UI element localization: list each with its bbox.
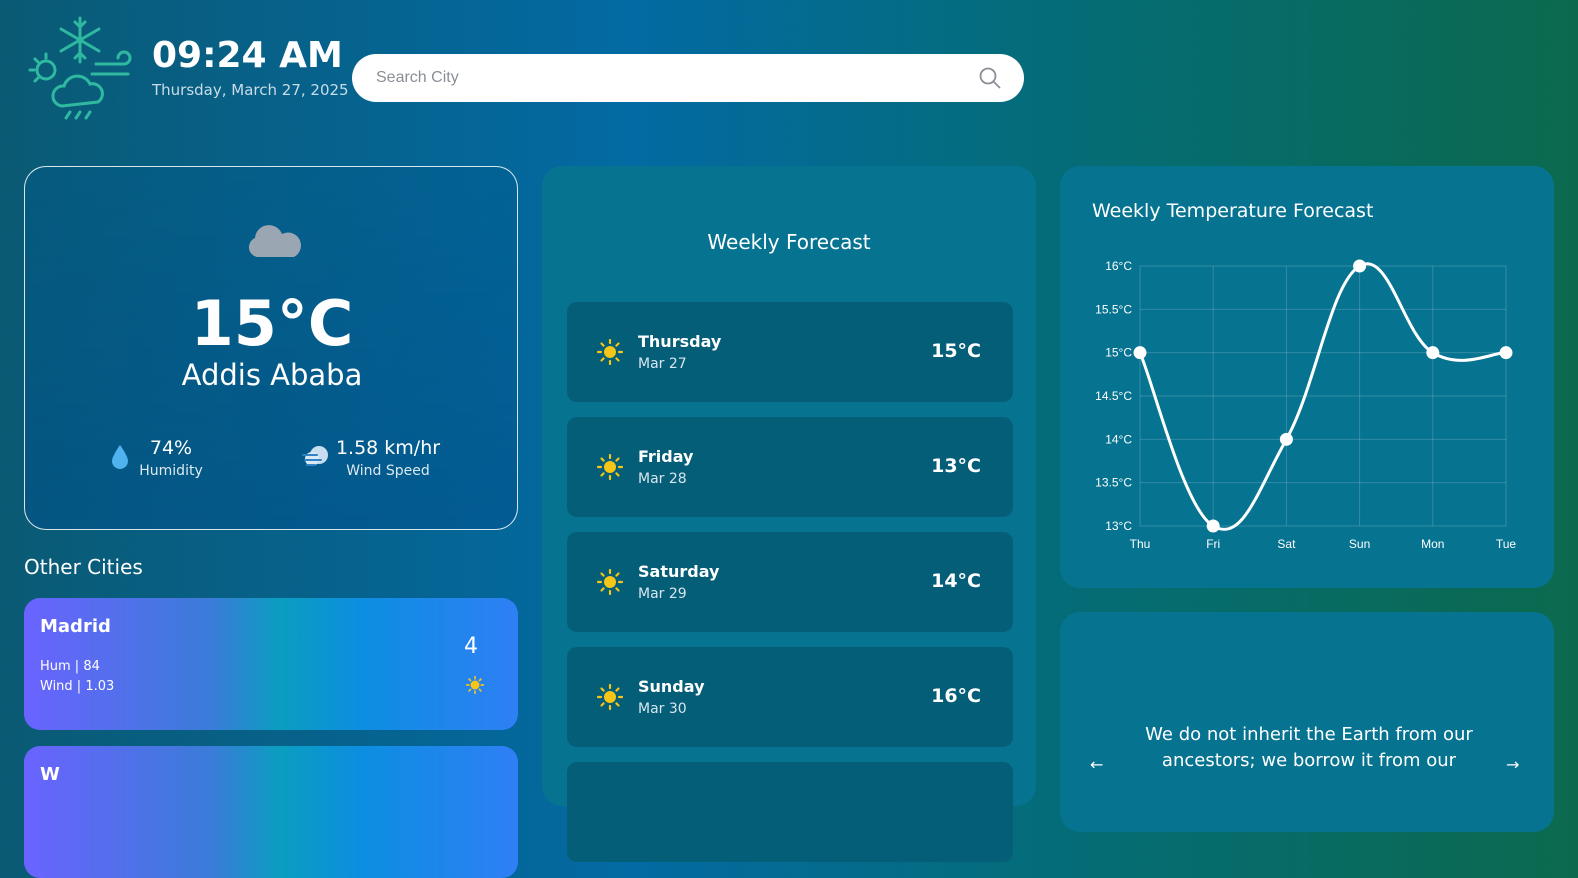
cloud-icon: [245, 219, 301, 259]
city-name: Madrid: [40, 616, 111, 637]
weekly-forecast-title: Weekly Forecast: [707, 230, 871, 254]
data-point: [1279, 432, 1293, 446]
y-tick-label: 14.5°C: [1095, 389, 1132, 403]
quote-panel: ← We do not inherit the Earth from our a…: [1060, 612, 1554, 832]
humidity-label: Humidity: [139, 463, 203, 479]
weekly-forecast-panel: Weekly Forecast Thursday Mar 27 15°C Fri…: [542, 166, 1036, 862]
forecast-date: Mar 30: [638, 701, 687, 717]
data-point: [1353, 259, 1367, 273]
search-input[interactable]: [352, 54, 1024, 102]
sun-icon: [596, 338, 624, 366]
humidity-value: 74%: [149, 437, 193, 459]
wind-label: Wind Speed: [346, 463, 430, 479]
y-tick-label: 15.5°C: [1095, 302, 1132, 316]
y-tick-label: 14°C: [1105, 432, 1132, 446]
current-temperature: 15°C: [190, 287, 354, 360]
series-line: [1138, 262, 1507, 531]
forecast-row[interactable]: Friday Mar 28 13°C: [567, 417, 1013, 517]
humidity-icon: [109, 443, 131, 471]
data-point: [1499, 346, 1513, 360]
sun-icon: [465, 675, 485, 695]
current-time: 09:24 AM: [152, 35, 343, 76]
city-humidity: Hum | 84: [40, 659, 100, 674]
x-tick-label: Thu: [1130, 537, 1151, 551]
current-city: Addis Ababa: [181, 358, 363, 392]
search-icon[interactable]: [978, 66, 1002, 90]
forecast-day: Thursday: [638, 332, 722, 351]
x-tick-label: Fri: [1206, 537, 1220, 551]
forecast-temp: 13°C: [931, 455, 981, 477]
city-card-second[interactable]: W: [24, 746, 518, 878]
sun-icon: [596, 453, 624, 481]
forecast-day: Saturday: [638, 562, 720, 581]
quote-text: We do not inherit the Earth from our anc…: [1145, 724, 1473, 771]
sun-icon: [596, 683, 624, 711]
sun-icon: [596, 568, 624, 596]
data-point: [1206, 519, 1220, 533]
forecast-row[interactable]: Thursday Mar 27 15°C: [567, 302, 1013, 402]
city-value: 4: [464, 634, 478, 659]
forecast-temp: 15°C: [931, 340, 981, 362]
city-wind: Wind | 1.03: [40, 679, 115, 694]
temperature-chart-panel: Weekly Temperature Forecast 13°C 13.5°C 14…: [1060, 166, 1554, 588]
x-tick-label: Tue: [1496, 537, 1517, 551]
x-tick-label: Sat: [1277, 537, 1296, 551]
quote-prev-button[interactable]: ←: [1090, 755, 1103, 774]
quote-next-button[interactable]: →: [1506, 755, 1519, 774]
forecast-date: Mar 29: [638, 586, 687, 602]
forecast-day: Sunday: [638, 677, 705, 696]
forecast-row[interactable]: Sunday Mar 30 16°C: [567, 647, 1013, 747]
wind-value: 1.58 km/hr: [335, 437, 441, 459]
y-tick-label: 16°C: [1105, 259, 1132, 273]
app-logo: [26, 16, 132, 124]
forecast-date: Mar 27: [638, 356, 687, 372]
y-tick-label: 15°C: [1105, 346, 1132, 360]
city-card-madrid[interactable]: Madrid Hum | 84 Wind | 1.03 4: [24, 598, 518, 730]
y-tick-label: 13°C: [1105, 519, 1132, 533]
x-tick-label: Sun: [1349, 537, 1370, 551]
temperature-chart: 13°C 13.5°C 14°C 14.5°C 15°C 15.5°C 16°C Thu Fri…: [1095, 259, 1517, 551]
forecast-temp: 16°C: [931, 685, 981, 707]
current-date: Thursday, March 27, 2025: [152, 81, 349, 99]
forecast-temp: 14°C: [931, 570, 981, 592]
data-point: [1133, 346, 1147, 360]
forecast-row[interactable]: Saturday Mar 29 14°C: [567, 532, 1013, 632]
current-weather-card: 15°C Addis Ababa 74% Humidity 1.58 km/hr…: [24, 166, 518, 530]
x-tick-label: Mon: [1421, 537, 1444, 551]
other-cities-title: Other Cities: [24, 555, 143, 579]
forecast-row[interactable]: [567, 762, 1013, 862]
forecast-date: Mar 28: [638, 471, 687, 487]
y-tick-label: 13.5°C: [1095, 476, 1132, 490]
forecast-day: Friday: [638, 447, 694, 466]
data-point: [1426, 346, 1440, 360]
wind-icon: [301, 443, 331, 471]
